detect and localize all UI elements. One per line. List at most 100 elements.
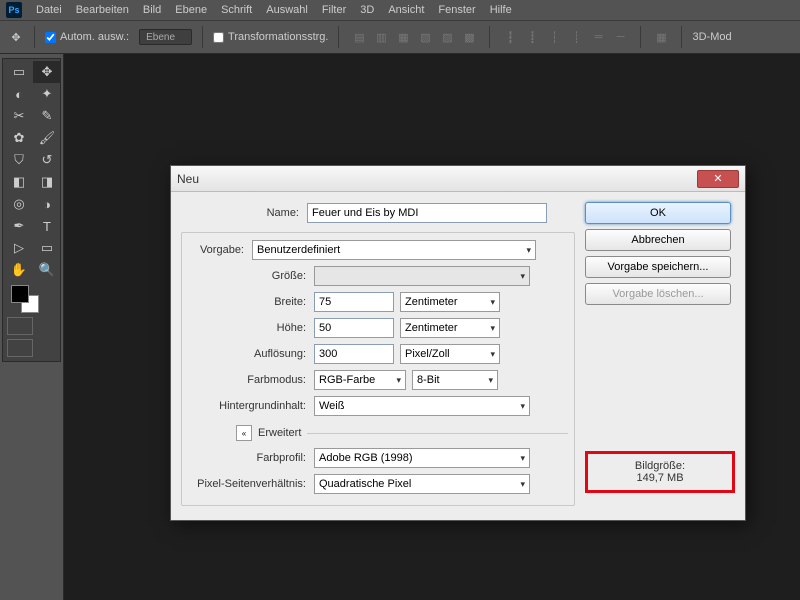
align-icon[interactable]: ▩ bbox=[459, 27, 479, 47]
advanced-toggle[interactable]: « bbox=[236, 425, 252, 441]
lasso-tool-icon[interactable]: ◐ bbox=[5, 83, 33, 105]
size-dropdown bbox=[314, 266, 530, 286]
dialog-titlebar[interactable]: Neu ✕ bbox=[171, 166, 745, 192]
ok-button[interactable]: OK bbox=[585, 202, 731, 224]
align-group: ▤ ▥ ▦ ▧ ▨ ▩ bbox=[349, 27, 479, 47]
move-tool-icon[interactable]: ✥ bbox=[33, 61, 61, 83]
width-input[interactable] bbox=[314, 292, 394, 312]
cancel-button[interactable]: Abbrechen bbox=[585, 229, 731, 251]
transform-controls-label: Transformationsstrg. bbox=[228, 31, 328, 43]
bgcontent-dropdown[interactable]: Weiß bbox=[314, 396, 530, 416]
path-select-tool-icon[interactable]: ▷ bbox=[5, 237, 33, 259]
align-icon[interactable]: ▥ bbox=[371, 27, 391, 47]
transform-controls-checkbox[interactable]: Transformationsstrg. bbox=[213, 31, 328, 43]
distribute-group: ┇ ┋ ┆ ┊ ═ ─ bbox=[500, 27, 630, 47]
bgcontent-label: Hintergrundinhalt: bbox=[188, 400, 308, 412]
pixelaspect-dropdown[interactable]: Quadratische Pixel bbox=[314, 474, 530, 494]
divider bbox=[681, 26, 682, 48]
magic-wand-tool-icon[interactable]: ✦ bbox=[33, 83, 61, 105]
transform-controls-input[interactable] bbox=[213, 32, 224, 43]
divider bbox=[338, 26, 339, 48]
bitdepth-dropdown[interactable]: 8-Bit bbox=[412, 370, 498, 390]
resolution-input[interactable] bbox=[314, 344, 394, 364]
marquee-tool-icon[interactable]: ▭ bbox=[5, 61, 33, 83]
auto-select-target-dropdown[interactable]: Ebene bbox=[139, 29, 192, 45]
gradient-tool-icon[interactable]: ◨ bbox=[33, 171, 61, 193]
colorprofile-dropdown[interactable]: Adobe RGB (1998) bbox=[314, 448, 530, 468]
menu-auswahl[interactable]: Auswahl bbox=[266, 4, 308, 16]
foreground-swatch[interactable] bbox=[11, 285, 29, 303]
distribute-icon[interactable]: ═ bbox=[588, 27, 608, 47]
blur-tool-icon[interactable]: ◎ bbox=[5, 193, 33, 215]
name-label: Name: bbox=[181, 207, 301, 219]
move-tool-indicator-icon: ✥ bbox=[8, 29, 24, 45]
height-input[interactable] bbox=[314, 318, 394, 338]
menu-3d[interactable]: 3D bbox=[360, 4, 374, 16]
align-icon[interactable]: ▧ bbox=[415, 27, 435, 47]
distribute-icon[interactable]: ┆ bbox=[544, 27, 564, 47]
quickmask-icon[interactable] bbox=[7, 317, 33, 335]
preset-dropdown[interactable]: Benutzerdefiniert bbox=[252, 240, 536, 260]
align-icon[interactable]: ▨ bbox=[437, 27, 457, 47]
menu-datei[interactable]: Datei bbox=[36, 4, 62, 16]
zoom-tool-icon[interactable]: 🔍 bbox=[33, 259, 61, 281]
width-unit-dropdown[interactable]: Zentimeter bbox=[400, 292, 500, 312]
distribute-icon[interactable]: ─ bbox=[610, 27, 630, 47]
auto-select-input[interactable] bbox=[45, 32, 56, 43]
menu-fenster[interactable]: Fenster bbox=[438, 4, 475, 16]
name-input[interactable] bbox=[307, 203, 547, 223]
auto-select-label: Autom. ausw.: bbox=[60, 31, 129, 43]
distribute-icon[interactable]: ┋ bbox=[522, 27, 542, 47]
image-size-label: Bildgröße: bbox=[600, 460, 720, 472]
image-size-value: 149,7 MB bbox=[600, 472, 720, 484]
auto-select-checkbox[interactable]: Autom. ausw.: bbox=[45, 31, 129, 43]
eraser-tool-icon[interactable]: ◧ bbox=[5, 171, 33, 193]
stamp-tool-icon[interactable]: ⛉ bbox=[5, 149, 33, 171]
app-menu-bar: Ps Datei Bearbeiten Bild Ebene Schrift A… bbox=[0, 0, 800, 20]
menu-bild[interactable]: Bild bbox=[143, 4, 161, 16]
mode-3d-label[interactable]: 3D-Mod bbox=[692, 31, 731, 43]
resolution-unit-dropdown[interactable]: Pixel/Zoll bbox=[400, 344, 500, 364]
dodge-tool-icon[interactable]: ◑ bbox=[33, 193, 61, 215]
width-label: Breite: bbox=[188, 296, 308, 308]
height-label: Höhe: bbox=[188, 322, 308, 334]
image-size-indicator: Bildgröße: 149,7 MB bbox=[585, 451, 735, 493]
eyedropper-tool-icon[interactable]: ✎ bbox=[33, 105, 61, 127]
crop-tool-icon[interactable]: ✂ bbox=[5, 105, 33, 127]
align-icon[interactable]: ▦ bbox=[393, 27, 413, 47]
brush-tool-icon[interactable]: 🖌 bbox=[33, 127, 61, 149]
save-preset-button[interactable]: Vorgabe speichern... bbox=[585, 256, 731, 278]
colormode-label: Farbmodus: bbox=[188, 374, 308, 386]
delete-preset-button: Vorgabe löschen... bbox=[585, 283, 731, 305]
menu-filter[interactable]: Filter bbox=[322, 4, 346, 16]
type-tool-icon[interactable]: T bbox=[33, 215, 61, 237]
menu-ebene[interactable]: Ebene bbox=[175, 4, 207, 16]
color-swatches[interactable] bbox=[5, 281, 58, 315]
pixelaspect-label: Pixel-Seitenverhältnis: bbox=[188, 478, 308, 490]
height-unit-dropdown[interactable]: Zentimeter bbox=[400, 318, 500, 338]
hand-tool-icon[interactable]: ✋ bbox=[5, 259, 33, 281]
close-button[interactable]: ✕ bbox=[697, 170, 739, 188]
history-brush-tool-icon[interactable]: ↺ bbox=[33, 149, 61, 171]
menu-hilfe[interactable]: Hilfe bbox=[490, 4, 512, 16]
menu-bearbeiten[interactable]: Bearbeiten bbox=[76, 4, 129, 16]
colorprofile-label: Farbprofil: bbox=[188, 452, 308, 464]
menu-ansicht[interactable]: Ansicht bbox=[388, 4, 424, 16]
options-bar: ✥ Autom. ausw.: Ebene Transformationsstr… bbox=[0, 20, 800, 54]
colormode-dropdown[interactable]: RGB-Farbe bbox=[314, 370, 406, 390]
app-logo: Ps bbox=[6, 2, 22, 18]
distribute-icon[interactable]: ┊ bbox=[566, 27, 586, 47]
dialog-title-text: Neu bbox=[177, 172, 697, 186]
screenmode-icon[interactable] bbox=[7, 339, 33, 357]
distribute-icon[interactable]: ┇ bbox=[500, 27, 520, 47]
arrange-icon[interactable]: ▦ bbox=[651, 27, 671, 47]
divider bbox=[489, 26, 490, 48]
menu-schrift[interactable]: Schrift bbox=[221, 4, 252, 16]
shape-tool-icon[interactable]: ▭ bbox=[33, 237, 61, 259]
size-label: Größe: bbox=[188, 270, 308, 282]
pen-tool-icon[interactable]: ✒ bbox=[5, 215, 33, 237]
align-icon[interactable]: ▤ bbox=[349, 27, 369, 47]
healing-tool-icon[interactable]: ✿ bbox=[5, 127, 33, 149]
preset-label: Vorgabe: bbox=[188, 244, 246, 256]
new-document-dialog: Neu ✕ Name: Vorgabe: Benutzerdefiniert G… bbox=[170, 165, 746, 521]
